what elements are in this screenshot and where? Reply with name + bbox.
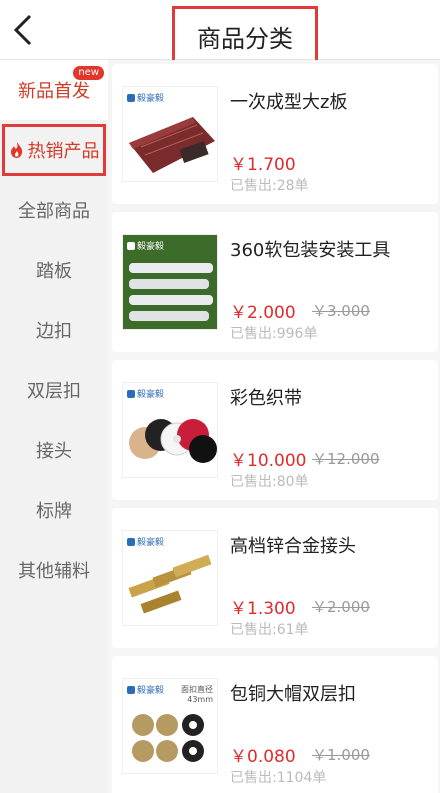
product-image[interactable]: 毅豪毅	[122, 86, 218, 182]
product-sold: 已售出:996单	[230, 326, 318, 342]
product-sold: 已售出:61单	[230, 622, 309, 638]
product-list: 毅豪毅 一次成型大z板 ￥1.700 已售出:28单 毅豪毅 360软包装安装工…	[108, 60, 440, 793]
product-name: 彩色织带	[230, 388, 302, 409]
product-image[interactable]: 毅豪毅	[122, 234, 218, 330]
product-old-price: ￥2.000	[312, 598, 370, 616]
brand-logo: 毅豪毅	[127, 387, 164, 400]
product-price: ￥1.300	[230, 599, 296, 619]
product-sold: 已售出:80单	[230, 474, 309, 490]
brand-logo: 毅豪毅	[127, 535, 164, 548]
product-card[interactable]: 毅豪毅 一次成型大z板 ￥1.700 已售出:28单	[112, 64, 438, 204]
sidebar-item-edge-buckle[interactable]: 边扣	[0, 300, 108, 360]
product-old-price: ￥1.000	[312, 746, 370, 764]
product-sold: 已售出:28单	[230, 178, 309, 194]
app-root: 商品分类 新品首发 new 热销产品 全部商品 踏板 边扣 双层扣 接头 标牌 …	[0, 0, 440, 793]
page-title: 商品分类	[197, 24, 293, 53]
sidebar-item-new[interactable]: 新品首发 new	[0, 60, 108, 120]
product-sold: 已售出:1104单	[230, 770, 327, 786]
product-card[interactable]: 毅豪毅 彩色织带 ￥10.000 ￥12.000 已售出:80单	[112, 360, 438, 500]
product-price: ￥0.080	[230, 747, 296, 767]
category-sidebar: 新品首发 new 热销产品 全部商品 踏板 边扣 双层扣 接头 标牌 其他辅料	[0, 60, 108, 793]
sidebar-item-label: 全部商品	[18, 201, 90, 222]
product-price: ￥1.700	[230, 155, 296, 175]
back-icon[interactable]	[10, 12, 38, 48]
sidebar-item-label-tag[interactable]: 标牌	[0, 480, 108, 540]
brand-logo: 毅豪毅	[127, 91, 164, 104]
product-price: ￥2.000	[230, 303, 296, 323]
product-card[interactable]: 毅豪毅 面扣直径 43mm 包铜大帽双层扣 ￥0.080 ￥1.000 已售出:1…	[112, 656, 438, 793]
product-old-price: ￥3.000	[312, 302, 370, 320]
product-image[interactable]: 毅豪毅	[122, 530, 218, 626]
sidebar-item-hot[interactable]: 热销产品	[0, 120, 108, 180]
product-card[interactable]: 毅豪毅 360软包装安装工具 ￥2.000 ￥3.000 已售出:996单	[112, 212, 438, 352]
product-price: ￥10.000	[230, 451, 307, 471]
sidebar-item-label: 边扣	[36, 321, 72, 342]
product-name: 360软包装安装工具	[230, 240, 391, 261]
product-name: 一次成型大z板	[230, 92, 348, 113]
product-image[interactable]: 毅豪毅	[122, 382, 218, 478]
sidebar-item-double-buckle[interactable]: 双层扣	[0, 360, 108, 420]
sidebar-item-all[interactable]: 全部商品	[0, 180, 108, 240]
sidebar-item-label: 新品首发	[18, 81, 90, 102]
sidebar-item-label: 其他辅料	[18, 561, 90, 582]
sidebar-item-label: 接头	[36, 441, 72, 462]
top-bar: 商品分类	[0, 0, 440, 66]
product-name: 高档锌合金接头	[230, 536, 356, 557]
sidebar-item-label: 标牌	[36, 501, 72, 522]
product-card[interactable]: 毅豪毅 高档锌合金接头 ￥1.300 ￥2.000 已售出:61单	[112, 508, 438, 648]
diameter-note: 面扣直径 43mm	[181, 685, 213, 704]
hot-highlight	[2, 124, 106, 176]
new-badge: new	[73, 66, 104, 80]
sidebar-item-other[interactable]: 其他辅料	[0, 540, 108, 600]
sidebar-item-connector[interactable]: 接头	[0, 420, 108, 480]
brand-logo: 毅豪毅	[127, 239, 164, 252]
product-old-price: ￥12.000	[312, 450, 380, 468]
brand-logo: 毅豪毅	[127, 683, 164, 696]
sidebar-item-label: 双层扣	[27, 381, 81, 402]
product-name: 包铜大帽双层扣	[230, 684, 356, 705]
product-image[interactable]: 毅豪毅 面扣直径 43mm	[122, 678, 218, 774]
sidebar-item-pedal[interactable]: 踏板	[0, 240, 108, 300]
sidebar-item-label: 踏板	[36, 261, 72, 282]
title-highlight: 商品分类	[172, 6, 318, 66]
